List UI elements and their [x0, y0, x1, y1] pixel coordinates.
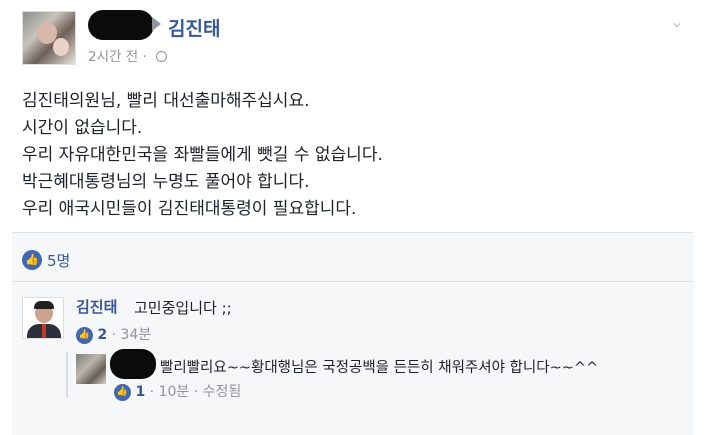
thumbs-up-icon: 👍	[22, 249, 42, 270]
comments-divider	[12, 281, 694, 282]
reply-like-count[interactable]: 1	[135, 384, 145, 400]
facebook-post: 김진태 2시간 전 · ⌄ 김진태의원님, 빨리 대선출마해주십시요. 시간이 …	[0, 0, 706, 435]
shared-to-arrow-icon	[152, 17, 161, 31]
commenter-avatar[interactable]	[22, 297, 64, 339]
reply-text: 빨리빨리요~~황대행님은 국정공백을 든든히 채워주셔야 합니다~~^^	[160, 360, 599, 376]
likes-summary[interactable]: 👍	[22, 249, 42, 270]
avatar-tie	[42, 324, 46, 338]
globe-icon[interactable]	[156, 51, 168, 62]
post-body: 김진태의원님, 빨리 대선출마해주십시요. 시간이 없습니다. 우리 자유대한민…	[22, 88, 383, 223]
comment-text: 고민중입니다 ;;	[134, 299, 232, 317]
chevron-down-icon[interactable]: ⌄	[670, 12, 683, 31]
post-line: 김진태의원님, 빨리 대선출마해주십시요.	[22, 91, 310, 111]
thumbs-up-icon: 👍	[114, 383, 131, 401]
redacted-poster-name	[88, 10, 154, 40]
reply-meta: 👍 1 · 10분 · 수정됨	[114, 381, 241, 401]
reply-avatar[interactable]	[76, 354, 106, 384]
reply-time[interactable]: · 10분 · 수정됨	[150, 384, 242, 400]
post-target-name[interactable]: 김진태	[168, 14, 220, 41]
comment-like-count[interactable]: 2	[97, 327, 107, 343]
post-line: 박근혜대통령님의 누명도 풀어야 합니다.	[22, 172, 310, 192]
reply-thread-line	[66, 352, 68, 398]
comment-meta: 👍 2 · 34분	[76, 324, 151, 344]
comment-author[interactable]: 김진태	[76, 296, 117, 317]
post-line: 시간이 없습니다.	[22, 118, 143, 138]
avatar-hair	[34, 301, 54, 309]
post-line: 우리 애국시민들이 김진태대통령이 필요합니다.	[22, 199, 357, 219]
post-time[interactable]: 2시간 전	[88, 49, 138, 65]
post-meta: 2시간 전 ·	[88, 45, 168, 65]
post-line: 우리 자유대한민국을 좌빨들에게 뺏길 수 없습니다.	[22, 145, 383, 165]
poster-avatar[interactable]	[22, 11, 76, 65]
meta-separator: ·	[142, 49, 147, 65]
avatar-face-2	[53, 38, 69, 56]
likes-count[interactable]: 5명	[47, 250, 70, 271]
redacted-reply-name	[110, 349, 156, 379]
thumbs-up-icon: 👍	[76, 326, 93, 344]
comment-time[interactable]: · 34분	[112, 327, 152, 343]
